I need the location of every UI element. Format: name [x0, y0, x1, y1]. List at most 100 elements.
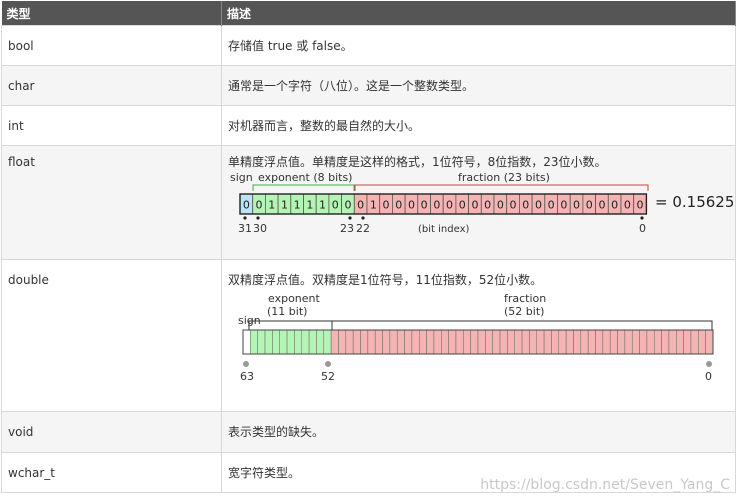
float-bit-value: 0	[357, 199, 364, 212]
type-name: double	[8, 273, 49, 287]
table-row: float 单精度浮点值。单精度是这样的格式，1位符号，8位指数，23位小数。 …	[1, 145, 736, 260]
double-bit-cell	[382, 329, 391, 355]
type-name: wchar_t	[8, 465, 56, 480]
double-bit-cells	[242, 329, 714, 355]
float-bit-value: 0	[522, 199, 529, 212]
float-bit-value: 0	[395, 199, 402, 212]
double-bit-cell	[639, 329, 648, 355]
float-sign-label: sign	[230, 171, 253, 184]
double-bit-cell	[705, 329, 714, 355]
float-bit-value: 0	[421, 199, 428, 212]
float-exponent-bracket	[252, 184, 355, 191]
double-bit-cell	[389, 329, 398, 355]
float-bit-value: 1	[370, 199, 377, 212]
double-bit-cell	[286, 329, 295, 355]
double-bit-cell	[441, 329, 449, 355]
float-bit-value: 0	[383, 199, 390, 212]
float-index-marker	[640, 216, 644, 220]
double-bit-cell	[587, 329, 596, 355]
float-bit-cells: 00111110001000000000000000000000	[239, 193, 648, 215]
double-fraction-bits: (52 bit)	[504, 305, 544, 318]
double-bit-cell	[668, 329, 677, 355]
float-bit-value: 0	[560, 199, 567, 212]
double-bit-cell	[338, 329, 347, 355]
type-cell: double	[1, 259, 222, 412]
float-bit-value: 0	[598, 199, 605, 212]
double-bit-cell	[360, 329, 369, 355]
type-cell: int	[1, 105, 222, 146]
double-bit-cell	[411, 329, 420, 355]
double-index-marker	[243, 361, 249, 367]
type-description: 对机器而言，整数的最自然的大小。	[228, 118, 421, 133]
float-index-0: 0	[639, 222, 646, 235]
double-bit-cell	[602, 329, 611, 355]
type-description: 存储值 true 或 false。	[228, 38, 353, 53]
double-bit-cell	[499, 329, 508, 355]
float-bit-value: 0	[433, 199, 440, 212]
table-row: int 对机器而言，整数的最自然的大小。	[1, 105, 736, 146]
table-row: double 双精度浮点值。双精度是1位符号，11位指数，52位小数。 expo…	[1, 259, 736, 412]
float-index-22: 22	[356, 222, 370, 235]
double-bit-cell	[308, 329, 317, 355]
double-bit-cell	[367, 329, 376, 355]
column-header-type: 类型	[1, 1, 222, 26]
double-bit-cell	[250, 329, 258, 355]
desc-cell: 表示类型的缺失。	[221, 411, 736, 453]
double-bit-cell	[565, 329, 574, 355]
double-index-63: 63	[240, 370, 254, 383]
double-fraction-bracket	[331, 320, 713, 330]
double-bit-cell	[301, 329, 310, 355]
watermark: https://blog.csdn.net/Seven_Yang_C	[480, 477, 730, 493]
double-index-marker	[325, 361, 331, 367]
double-bit-cell	[573, 329, 582, 355]
double-bit-cell	[514, 329, 523, 355]
type-description: 通常是一个字符（八位）。这是一个整数类型。	[228, 78, 475, 93]
table-row: bool 存储值 true 或 false。	[1, 25, 736, 66]
float-bit-value: 0	[573, 199, 580, 212]
double-exponent-bits: (11 bit)	[267, 305, 307, 318]
double-bit-cell	[661, 329, 670, 355]
double-bit-cell	[536, 329, 545, 355]
double-bit-cell	[345, 329, 354, 355]
double-bit-cell	[419, 329, 427, 355]
float-fraction-label: fraction (23 bits)	[458, 171, 550, 184]
double-bit-cell	[316, 329, 325, 355]
float-bit-value: 1	[281, 199, 288, 212]
types-table: 类型 描述 bool 存储值 true 或 false。 char 通常是一个字…	[1, 1, 736, 493]
double-bit-cell	[272, 329, 280, 355]
double-bit-cell	[690, 329, 699, 355]
desc-cell: 单精度浮点值。单精度是这样的格式，1位符号，8位指数，23位小数。 sign e…	[221, 145, 736, 260]
desc-cell: 通常是一个字符（八位）。这是一个整数类型。	[221, 65, 736, 106]
double-bit-cell	[492, 329, 501, 355]
float-index-marker	[361, 216, 365, 220]
table-row: char 通常是一个字符（八位）。这是一个整数类型。	[1, 65, 736, 106]
double-bit-cell	[463, 329, 471, 355]
desc-cell: 对机器而言，整数的最自然的大小。	[221, 105, 736, 146]
double-bit-cell	[543, 329, 552, 355]
float-bit-value: 0	[344, 199, 351, 212]
float-bit-value: 0	[548, 199, 555, 212]
double-bit-cell	[521, 329, 530, 355]
desc-cell: 双精度浮点值。双精度是1位符号，11位指数，52位小数。 exponent (1…	[221, 259, 736, 412]
table-header-row: 类型 描述	[1, 1, 736, 26]
double-exponent-label: exponent	[268, 292, 321, 305]
double-bit-cell	[477, 329, 486, 355]
double-bit-cell	[257, 329, 266, 355]
double-bit-cell	[609, 329, 618, 355]
double-bit-cell	[352, 329, 361, 355]
float-bit-value: 0	[497, 199, 504, 212]
table-row: void 表示类型的缺失。	[1, 411, 736, 453]
double-bit-cell	[676, 329, 684, 355]
double-bit-cell	[279, 329, 288, 355]
double-bit-cell	[698, 329, 706, 355]
float-bit-value: 0	[611, 199, 618, 212]
double-bit-cell	[448, 329, 457, 355]
float-bit-value: 0	[510, 199, 517, 212]
type-name: char	[8, 78, 35, 93]
float-index-marker	[243, 216, 247, 220]
double-bit-cell	[551, 329, 560, 355]
double-index-52: 52	[321, 370, 335, 383]
type-cell: void	[1, 411, 222, 453]
float-bit-value: 1	[319, 199, 326, 212]
type-cell: char	[1, 65, 222, 106]
